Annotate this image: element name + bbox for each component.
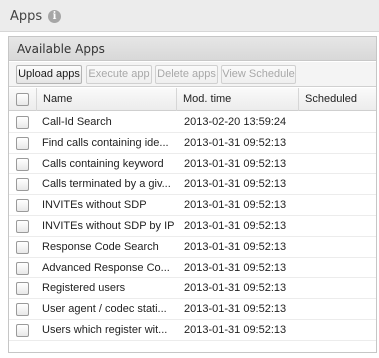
row-checkbox[interactable] (16, 157, 29, 171)
app-scheduled (306, 195, 366, 216)
app-mod-time: 2013-01-31 09:52:13 (184, 261, 287, 274)
toolbar: Upload apps Execute app Delete apps View… (9, 62, 376, 87)
table-row[interactable]: Users which register wit... 2013-01-31 0… (9, 320, 376, 341)
row-checkbox[interactable] (16, 282, 29, 296)
app-name: Call-Id Search (42, 116, 112, 128)
apps-header: Apps i (0, 0, 379, 32)
app-scheduled (306, 278, 366, 299)
grid-header: Name Mod. time Scheduled (9, 88, 376, 111)
table-row[interactable]: Response Code Search 2013-01-31 09:52:13 (9, 237, 376, 258)
panel-header: Available Apps (9, 37, 376, 61)
available-apps-panel: Available Apps Upload apps Execute app D… (8, 36, 377, 353)
execute-app-button[interactable]: Execute app (86, 65, 152, 84)
app-mod-time: 2013-01-31 09:52:13 (184, 136, 287, 149)
table-row[interactable]: Calls terminated by a giv... 2013-01-31 … (9, 174, 376, 196)
row-checkbox[interactable] (16, 323, 29, 337)
table-row[interactable]: INVITEs without SDP by IP 2013-01-31 09:… (9, 216, 376, 237)
app-name: Registered users (42, 282, 126, 295)
app-mod-time: 2013-02-20 13:59:24 (184, 116, 287, 128)
column-header-scheduled[interactable]: Scheduled (299, 88, 376, 111)
app-name: Users which register wit... (42, 323, 168, 336)
app-mod-time: 2013-01-31 09:52:13 (184, 199, 287, 212)
table-row[interactable]: Advanced Response Co... 2013-01-31 09:52… (9, 258, 376, 279)
table-row[interactable]: INVITEs without SDP 2013-01-31 09:52:13 (9, 195, 376, 216)
app-name: Calls terminated by a giv... (42, 178, 171, 191)
app-name: Advanced Response Co... (42, 261, 170, 274)
app-mod-time: 2013-01-31 09:52:13 (184, 323, 287, 336)
table-row[interactable]: Find calls containing ide... 2013-01-31 … (9, 133, 376, 154)
info-icon[interactable]: i (48, 10, 61, 23)
table-row[interactable]: Registered users 2013-01-31 09:52:13 (9, 278, 376, 300)
app-mod-time: 2013-01-31 09:52:13 (184, 178, 287, 191)
app-scheduled (306, 320, 366, 341)
app-scheduled (306, 112, 366, 133)
app-mod-time: 2013-01-31 09:52:13 (184, 219, 287, 232)
app-scheduled (306, 174, 366, 195)
upload-apps-button[interactable]: Upload apps (16, 65, 82, 84)
row-checkbox[interactable] (16, 199, 29, 213)
row-checkbox[interactable] (16, 178, 29, 192)
row-checkbox[interactable] (16, 303, 29, 317)
row-checkbox[interactable] (16, 261, 29, 275)
app-scheduled (306, 216, 366, 237)
delete-apps-button[interactable]: Delete apps (155, 65, 218, 84)
row-checkbox[interactable] (16, 116, 29, 129)
app-scheduled (306, 237, 366, 258)
app-mod-time: 2013-01-31 09:52:13 (184, 240, 287, 253)
app-scheduled (306, 154, 366, 175)
app-name: INVITEs without SDP (42, 199, 147, 212)
table-row[interactable]: Call-Id Search 2013-02-20 13:59:24 (9, 112, 376, 133)
column-header-name[interactable]: Name (37, 88, 177, 111)
select-all-cell (9, 88, 37, 111)
app-scheduled (306, 299, 366, 320)
row-checkbox[interactable] (16, 136, 29, 150)
app-scheduled (306, 258, 366, 279)
row-checkbox[interactable] (16, 240, 29, 254)
app-name: Response Code Search (42, 240, 159, 253)
app-name: User agent / codec stati... (42, 303, 167, 316)
app-name: Calls containing keyword (42, 157, 164, 170)
select-all-checkbox[interactable] (16, 93, 29, 106)
app-name: Find calls containing ide... (42, 136, 169, 149)
view-schedule-button[interactable]: View Schedule (221, 65, 296, 84)
app-scheduled (306, 133, 366, 154)
app-name: INVITEs without SDP by IP (42, 219, 175, 232)
table-row[interactable]: User agent / codec stati... 2013-01-31 0… (9, 299, 376, 320)
app-mod-time: 2013-01-31 09:52:13 (184, 157, 287, 170)
page-title: Apps (10, 9, 43, 24)
apps-list: Call-Id Search 2013-02-20 13:59:24 Find … (9, 112, 376, 341)
row-checkbox[interactable] (16, 219, 29, 233)
column-header-mod-time[interactable]: Mod. time (177, 88, 299, 111)
panel-title: Available Apps (17, 42, 105, 56)
app-mod-time: 2013-01-31 09:52:13 (184, 282, 287, 295)
app-mod-time: 2013-01-31 09:52:13 (184, 303, 287, 316)
table-row[interactable]: Calls containing keyword 2013-01-31 09:5… (9, 154, 376, 175)
